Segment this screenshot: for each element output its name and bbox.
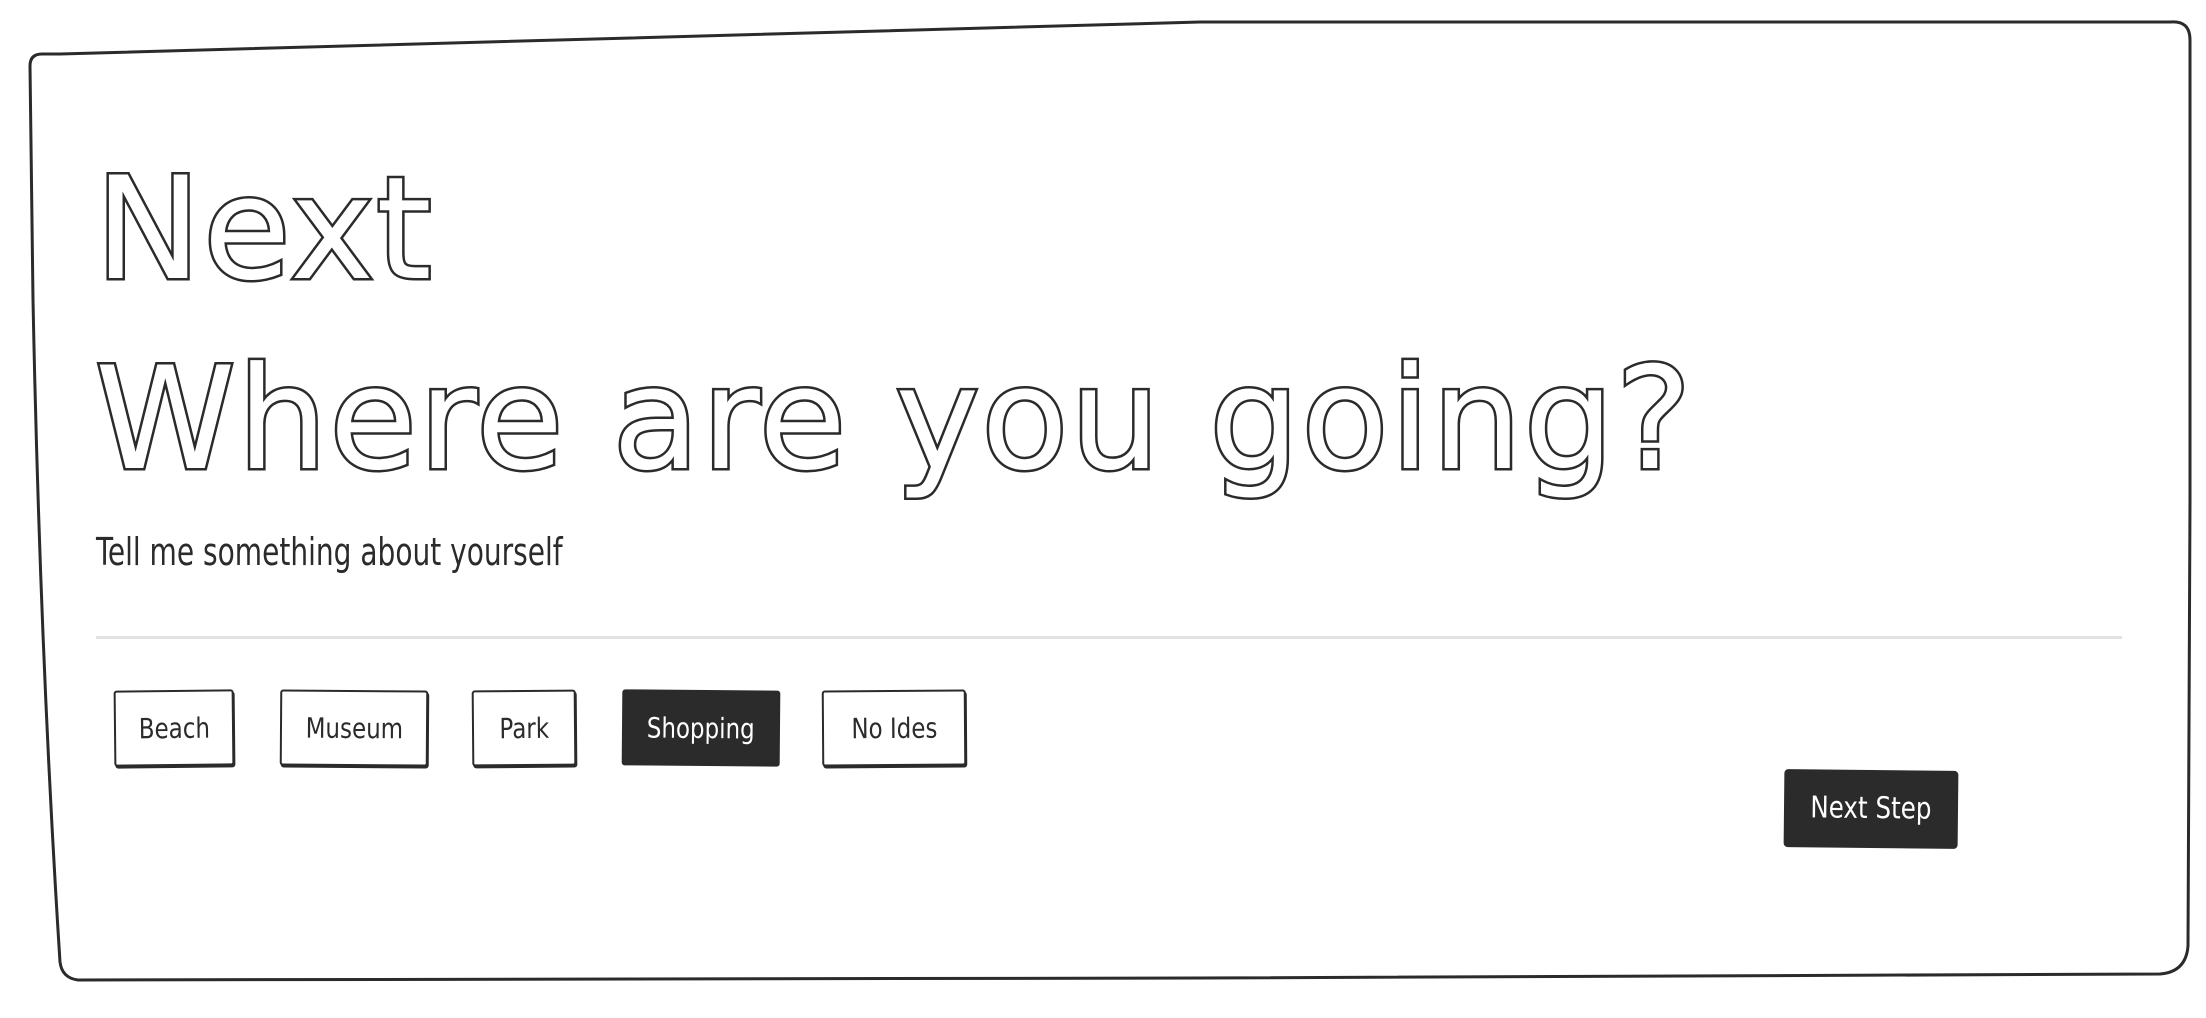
option-label: Beach <box>138 711 210 745</box>
option-label: Museum <box>305 711 403 745</box>
divider <box>96 636 2122 639</box>
option-label: Shopping <box>646 711 756 745</box>
option-park-button[interactable]: Park <box>471 689 577 767</box>
step-kicker: Next <box>93 147 435 312</box>
next-step-label: Next Step <box>1810 790 1932 827</box>
option-no-ides-button[interactable]: No Ides <box>821 689 967 767</box>
option-label: No Ides <box>850 711 938 745</box>
page-title: Where are you going? <box>92 337 1694 502</box>
page-subtitle: Tell me something about yourself <box>96 530 563 574</box>
next-step-button[interactable]: Next Step <box>1783 769 1959 849</box>
questionnaire-card: Next Where are you going? Tell me someth… <box>0 0 2206 1018</box>
option-label: Park <box>499 711 549 745</box>
option-shopping-button[interactable]: Shopping <box>621 689 781 767</box>
option-museum-button[interactable]: Museum <box>279 689 429 767</box>
option-beach-button[interactable]: Beach <box>113 689 235 767</box>
